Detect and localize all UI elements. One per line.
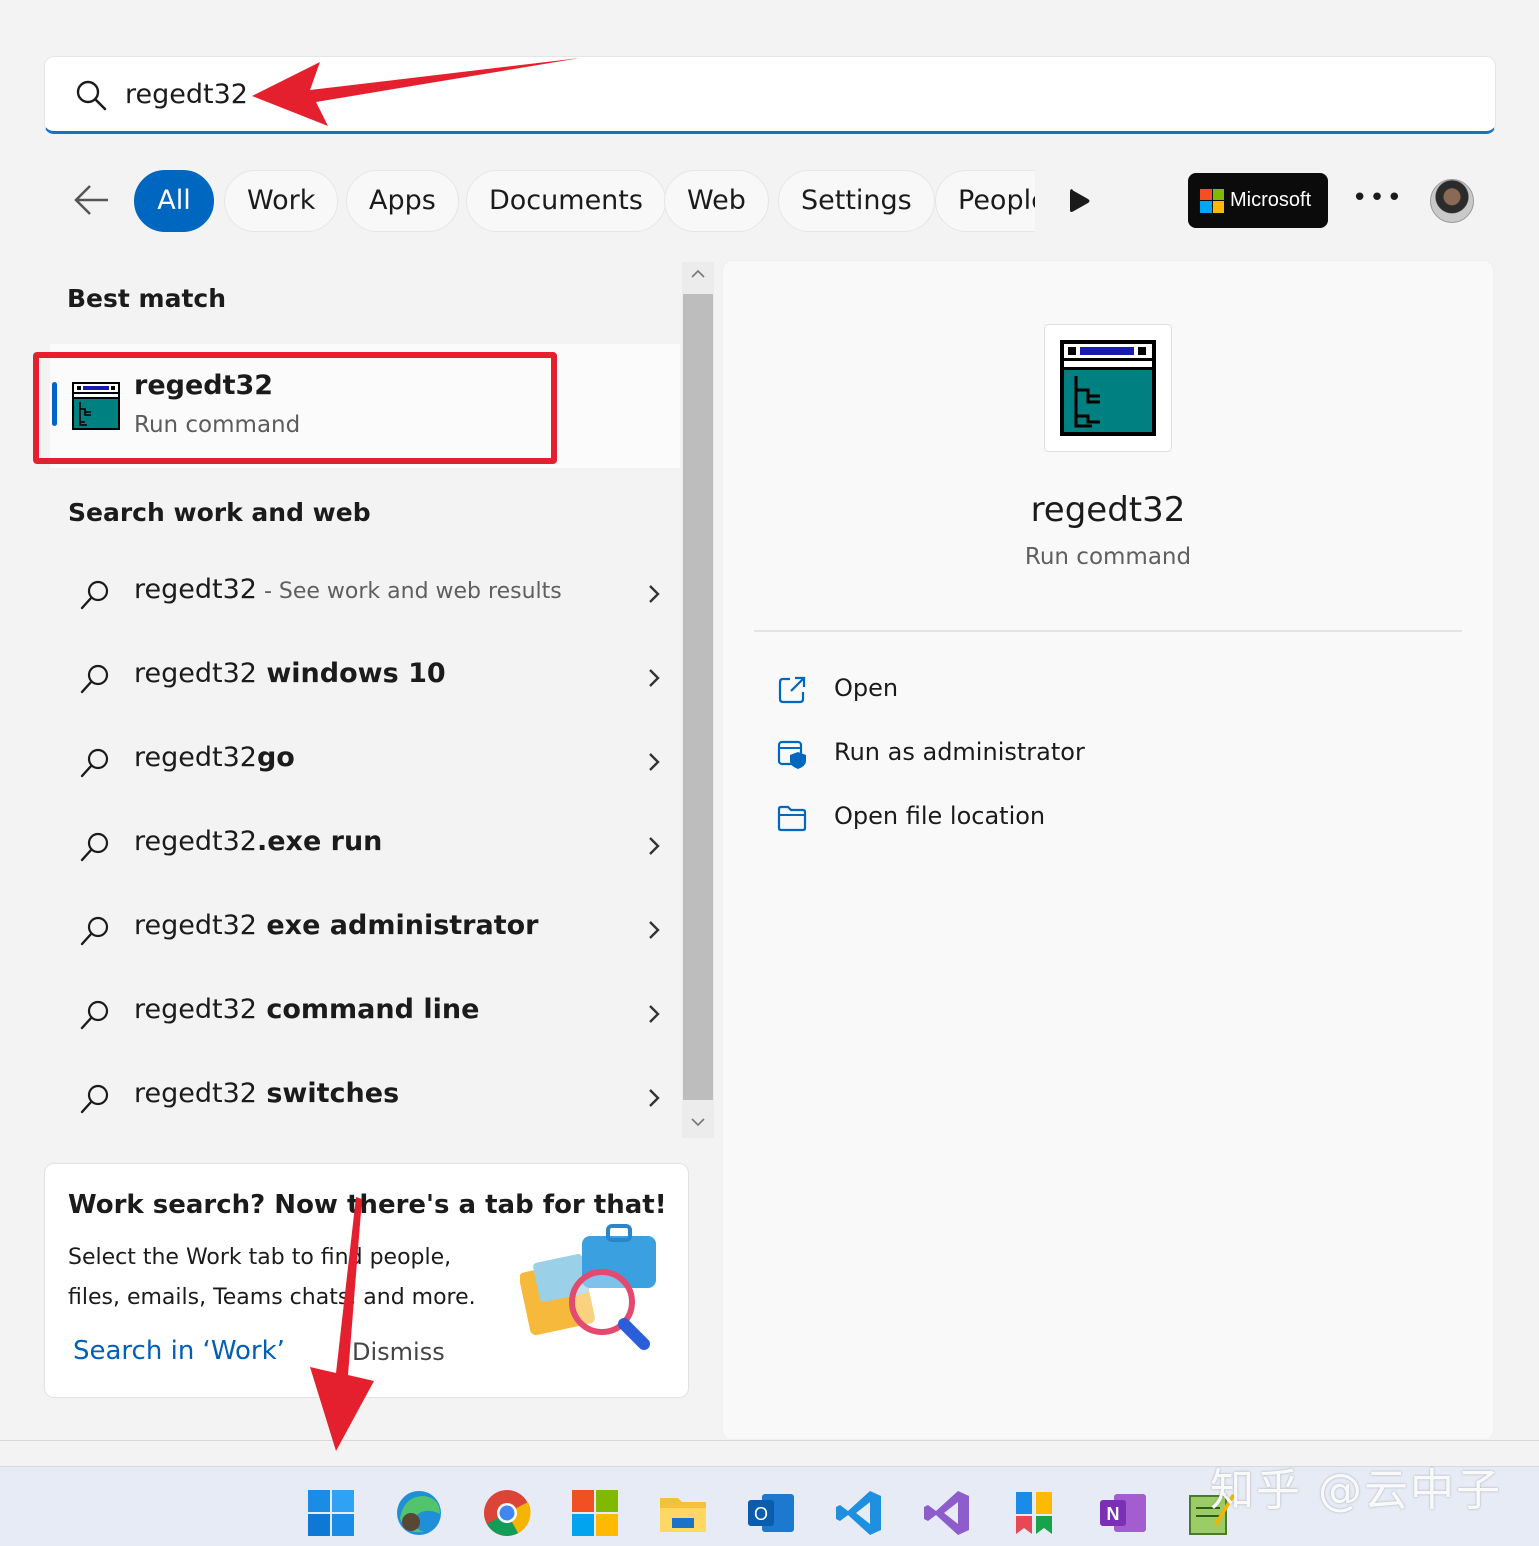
action-label: Open [834, 674, 899, 702]
microsoft-store-icon[interactable] [570, 1488, 620, 1538]
file-explorer-icon[interactable] [658, 1488, 708, 1538]
best-match-heading: Best match [67, 284, 227, 313]
chevron-right-icon [649, 753, 660, 771]
best-match-type: Run command [134, 412, 301, 438]
promo-body: Select the Work tab to find people, file… [68, 1245, 476, 1310]
suggestion-completion: go [256, 742, 295, 773]
onenote-icon[interactable]: N [1098, 1488, 1148, 1538]
tab-documents[interactable]: Documents [466, 170, 666, 232]
promo-title: Work search? Now there's a tab for that! [68, 1190, 667, 1220]
search-work-web-heading: Search work and web [68, 498, 371, 527]
suggestion-query: regedt32 [134, 826, 257, 857]
chevron-right-icon [649, 1089, 660, 1107]
suggestion-completion: windows 10 [256, 658, 446, 689]
edge-icon[interactable] [394, 1488, 444, 1538]
suggestion-item[interactable]: regedt32 exe administrator [66, 892, 676, 972]
avatar[interactable] [1430, 179, 1474, 223]
search-icon [80, 1000, 109, 1030]
svg-text:N: N [1107, 1504, 1120, 1524]
suggestion-query: regedt32 [134, 742, 257, 773]
search-input[interactable] [125, 71, 1325, 117]
best-match-item[interactable] [50, 344, 680, 468]
suggestion-item[interactable]: regedt32 - See work and web results [66, 556, 676, 636]
best-match-name: regedt32 [134, 370, 274, 401]
suggestion-item[interactable]: regedt32.exe run [66, 808, 676, 888]
suggestion-hint: - See work and web results [256, 579, 562, 604]
tab-apps[interactable]: Apps [346, 170, 459, 232]
chevron-right-icon [649, 921, 660, 939]
tab-work[interactable]: Work [224, 170, 339, 232]
detail-app-type: Run command [1024, 544, 1192, 570]
search-in-work-link[interactable]: Search in ‘Work’ [73, 1336, 285, 1366]
suggestion-query: regedt32 [134, 910, 257, 941]
tab-web[interactable]: Web [664, 170, 769, 232]
regedit-app-icon [1060, 340, 1156, 436]
selection-indicator [52, 382, 57, 426]
action-run-as-administrator[interactable]: Run as administrator [776, 732, 1376, 782]
shield-admin-icon [777, 740, 806, 769]
svg-text:O: O [754, 1504, 768, 1524]
scrollbar-thumb[interactable] [683, 294, 713, 1100]
suggestion-query: regedt32 [134, 994, 257, 1025]
folder-icon [777, 805, 807, 832]
open-external-icon [778, 676, 806, 704]
suggestion-item[interactable]: regedt32 command line [66, 976, 676, 1056]
search-box[interactable] [44, 56, 1496, 134]
tab-settings[interactable]: Settings [778, 170, 935, 232]
suggestion-item[interactable]: regedt32go [66, 724, 676, 804]
app-icon[interactable] [1010, 1488, 1060, 1538]
action-label: Open file location [834, 802, 1046, 830]
windows-start-icon[interactable] [306, 1488, 356, 1538]
chevron-right-icon [649, 669, 660, 687]
search-icon [76, 80, 107, 111]
outlook-icon[interactable]: O [746, 1488, 796, 1538]
scroll-up-icon[interactable] [690, 266, 706, 282]
search-icon [80, 832, 109, 862]
search-icon [80, 916, 109, 946]
search-icon [80, 748, 109, 778]
more-options-icon[interactable]: ••• [1352, 180, 1402, 220]
suggestion-query: regedt32 [134, 1078, 257, 1109]
microsoft-logo-icon [1200, 188, 1224, 213]
dismiss-button[interactable]: Dismiss [352, 1338, 445, 1366]
chevron-right-icon [649, 585, 660, 603]
detail-app-name: regedt32 [1030, 490, 1186, 530]
suggestion-completion: exe administrator [256, 910, 539, 941]
action-open-file-location[interactable]: Open file location [776, 796, 1376, 846]
suggestion-completion: .exe run [256, 826, 383, 857]
work-search-illustration-icon [520, 1224, 656, 1350]
action-label: Run as administrator [834, 738, 1085, 766]
divider [754, 630, 1462, 632]
suggestion-query: regedt32 [134, 658, 257, 689]
tab-all[interactable]: All [134, 170, 214, 232]
microsoft-account-badge[interactable]: Microsoft [1188, 173, 1328, 228]
chrome-icon[interactable] [482, 1488, 532, 1538]
watermark: 知乎 @云中子 [1210, 1465, 1502, 1516]
microsoft-label: Microsoft [1230, 189, 1312, 211]
search-icon [80, 580, 109, 610]
suggestion-query: regedt32 [134, 574, 257, 605]
suggestion-item[interactable]: regedt32 switches [66, 1060, 676, 1140]
search-icon [80, 664, 109, 694]
scroll-down-icon[interactable] [690, 1114, 706, 1130]
tab-people[interactable]: People [935, 170, 1035, 232]
visual-studio-icon[interactable] [922, 1488, 972, 1538]
regedit-app-icon [72, 382, 120, 430]
suggestion-item[interactable]: regedt32 windows 10 [66, 640, 676, 720]
action-open[interactable]: Open [776, 668, 1376, 718]
suggestion-completion: command line [256, 994, 480, 1025]
vscode-icon[interactable] [834, 1488, 884, 1538]
back-arrow-icon[interactable] [66, 176, 118, 224]
scroll-tabs-right-icon[interactable] [1066, 186, 1094, 216]
chevron-right-icon [649, 1005, 660, 1023]
chevron-right-icon [649, 837, 660, 855]
search-icon [80, 1084, 109, 1114]
suggestion-completion: switches [256, 1078, 400, 1109]
